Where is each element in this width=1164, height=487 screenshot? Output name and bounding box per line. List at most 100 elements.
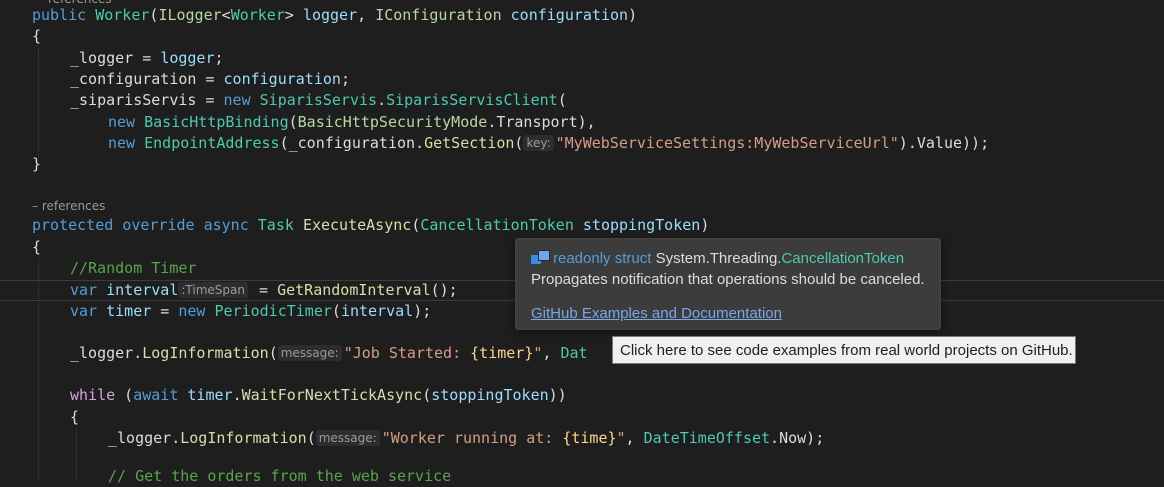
code-token: protected: [32, 216, 114, 234]
code-token: );: [806, 429, 825, 447]
code-line: //Random Timer: [70, 258, 196, 279]
code-token: EndpointAddress: [144, 134, 280, 152]
code-token: interval: [106, 281, 179, 299]
code-line: _logger.LogInformation(message: "Job Star…: [70, 343, 588, 364]
code-token: .: [232, 386, 242, 404]
code-token: Task: [257, 216, 294, 234]
code-token: timer: [106, 302, 152, 320]
code-line: _configuration = configuration;: [70, 69, 350, 90]
code-line: }: [32, 154, 41, 175]
code-token: _logger: [108, 429, 172, 447]
code-token: ,: [542, 344, 561, 362]
code-token: BasicHttpBinding: [144, 113, 289, 131]
code-token: _siparisServis: [70, 91, 197, 109]
code-token: =: [151, 302, 179, 320]
code-token: {: [32, 238, 42, 256]
code-token: "MyWebServiceSettings:MyWebServiceUrl": [555, 134, 899, 152]
code-token: BasicHttpSecurityMode: [297, 113, 488, 131]
code-token: IConfiguration: [375, 6, 502, 24]
code-token: configuration: [510, 6, 629, 24]
code-token: .: [415, 134, 425, 152]
code-token[interactable]: CancellationToken: [420, 216, 574, 234]
code-token: .: [487, 113, 497, 131]
code-token: ExecuteAsync: [302, 216, 412, 234]
code-comment: //Random Timer: [70, 259, 197, 277]
code-line: _siparisServis = new SiparisServis.Sipar…: [70, 90, 567, 111]
code-token: ;: [214, 49, 224, 67]
code-token: new: [223, 91, 251, 109]
code-token: ;: [340, 70, 350, 88]
codelens-references[interactable]: – references: [32, 199, 105, 213]
code-token: timer: [187, 386, 233, 404]
code-token: ).Value));: [898, 134, 990, 152]
code-token: "Job Started:: [343, 344, 471, 362]
quickinfo-popup: readonly struct System.Threading.Cancell…: [515, 238, 941, 330]
code-line: new EndpointAddress(_configuration.GetSe…: [108, 133, 989, 154]
code-line: // Get the orders from the web service: [108, 466, 451, 487]
code-token: .: [377, 91, 387, 109]
code-token: {: [70, 408, 80, 426]
code-token: =: [196, 91, 224, 109]
code-token: {time}: [562, 429, 617, 447]
code-token: LogInformation: [180, 429, 307, 447]
code-token: .: [133, 344, 143, 362]
code-token: (: [411, 216, 421, 234]
code-token: SiparisServis: [259, 91, 378, 109]
code-token: Now: [779, 429, 807, 447]
code-token: stoppingToken: [431, 386, 549, 404]
code-token: ();: [430, 281, 458, 299]
code-token: }: [32, 155, 42, 173]
code-token: _logger: [70, 49, 134, 67]
indent-guide: [76, 428, 77, 479]
code-token: GetRandomInterval: [277, 281, 431, 299]
code-token: {: [32, 27, 42, 45]
code-line: _logger = logger;: [70, 48, 224, 69]
code-line: while (await timer.WaitForNextTickAsync(…: [70, 385, 567, 406]
quickinfo-type-name: CancellationToken: [781, 250, 905, 267]
code-token: logger: [302, 6, 358, 24]
link-tooltip: Click here to see code examples from rea…: [612, 336, 1076, 364]
code-token: "Worker running at:: [381, 429, 563, 447]
code-line: {: [70, 407, 79, 428]
code-token: SiparisServisClient: [386, 91, 558, 109]
quickinfo-modifier: readonly struct: [553, 250, 652, 267]
code-token: ILogger: [158, 6, 222, 24]
code-line: protected override async Task ExecuteAsy…: [32, 215, 709, 236]
code-token: .: [770, 429, 780, 447]
code-line: _logger.LogInformation(message: "Worker r…: [108, 428, 824, 449]
github-examples-link[interactable]: GitHub Examples and Documentation: [531, 305, 782, 322]
quickinfo-namespace: System.Threading.: [655, 250, 782, 267]
code-token: (: [268, 344, 278, 362]
code-token: LogInformation: [142, 344, 269, 362]
code-token: =: [133, 49, 161, 67]
code-token: public: [32, 6, 87, 24]
code-token: ": [616, 429, 626, 447]
code-token: interval: [340, 302, 414, 320]
code-token: >: [284, 6, 303, 24]
code-line: var interval:TimeSpan = GetRandomInterva…: [70, 280, 458, 301]
code-token: (: [288, 113, 298, 131]
code-token: (: [514, 134, 524, 152]
code-token: logger: [160, 49, 215, 67]
code-token: new: [178, 302, 206, 320]
code-token: );: [413, 302, 432, 320]
code-token: ): [700, 216, 710, 234]
code-token: ): [628, 6, 638, 24]
code-token: (: [279, 134, 289, 152]
code-token: _configuration: [70, 70, 197, 88]
code-token: <: [221, 6, 231, 24]
code-token: Dat: [560, 344, 588, 362]
code-token: =: [249, 281, 278, 299]
code-editor[interactable]: references public Worker(ILogger<Worker>…: [0, 0, 1164, 485]
code-token: Worker: [230, 6, 285, 24]
struct-icon: [531, 250, 550, 264]
code-token: new: [108, 113, 136, 131]
code-token: override: [122, 216, 195, 234]
quickinfo-description: Propagates notification that operations …: [531, 271, 925, 288]
inlay-hint: message:: [277, 345, 342, 361]
code-line: var timer = new PeriodicTimer(interval);: [70, 301, 431, 322]
code-token: GetSection: [424, 134, 515, 152]
code-token: var: [70, 281, 98, 299]
